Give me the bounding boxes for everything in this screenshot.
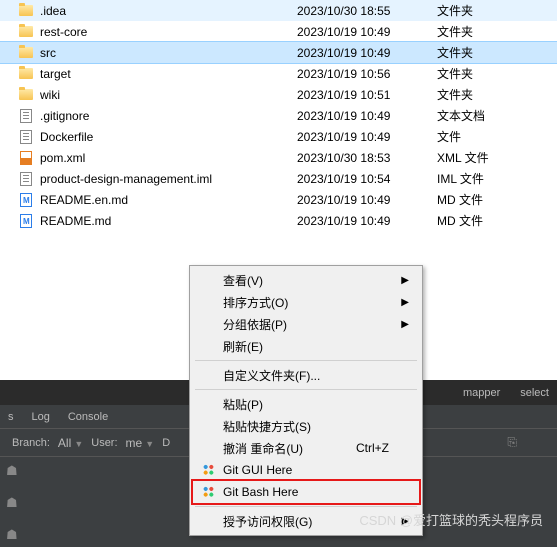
file-name: product-design-management.iml	[40, 172, 297, 186]
menu-sort[interactable]: 排序方式(O)▶	[193, 291, 419, 313]
file-name: rest-core	[40, 25, 297, 39]
file-type: 文件夹	[437, 44, 557, 61]
file-date: 2023/10/19 10:49	[297, 193, 437, 207]
file-type: 文件夹	[437, 65, 557, 82]
file-type: 文件夹	[437, 2, 557, 19]
label: select	[520, 387, 549, 399]
file-row[interactable]: README.en.md2023/10/19 10:49MD 文件	[0, 189, 557, 210]
menu-customize[interactable]: 自定义文件夹(F)...	[193, 364, 419, 386]
file-date: 2023/10/30 18:55	[297, 4, 437, 18]
separator	[195, 360, 417, 361]
context-menu: 查看(V)▶ 排序方式(O)▶ 分组依据(P)▶ 刷新(E) 自定义文件夹(F)…	[189, 265, 423, 536]
file-name: README.md	[40, 214, 297, 228]
file-row[interactable]: product-design-management.iml2023/10/19 …	[0, 168, 557, 189]
orange-icon	[18, 150, 34, 166]
file-row[interactable]: target2023/10/19 10:56文件夹	[0, 63, 557, 84]
menu-paste[interactable]: 粘贴(P)	[193, 393, 419, 415]
file-row[interactable]: rest-core2023/10/19 10:49文件夹	[0, 21, 557, 42]
file-date: 2023/10/30 18:53	[297, 151, 437, 165]
commit-icon[interactable]: ☗	[6, 495, 20, 509]
file-date: 2023/10/19 10:51	[297, 88, 437, 102]
file-row[interactable]: wiki2023/10/19 10:51文件夹	[0, 84, 557, 105]
file-type: 文件夹	[437, 23, 557, 40]
file-row[interactable]: .gitignore2023/10/19 10:49文本文档	[0, 105, 557, 126]
file-name: .idea	[40, 4, 297, 18]
menu-undo[interactable]: 撤消 重命名(U)Ctrl+Z	[193, 437, 419, 459]
file-name: pom.xml	[40, 151, 297, 165]
file-date: 2023/10/19 10:54	[297, 172, 437, 186]
file-date: 2023/10/19 10:49	[297, 46, 437, 60]
file-row[interactable]: README.md2023/10/19 10:49MD 文件	[0, 210, 557, 231]
menu-group[interactable]: 分组依据(P)▶	[193, 313, 419, 335]
commit-icon[interactable]: ☗	[6, 527, 20, 541]
menu-git-bash[interactable]: Git Bash Here	[193, 481, 419, 503]
file-row[interactable]: src2023/10/19 10:49文件夹	[0, 42, 557, 63]
md-icon	[18, 213, 34, 229]
menu-paste-shortcut[interactable]: 粘贴快捷方式(S)	[193, 415, 419, 437]
commit-icon[interactable]: ☗	[6, 463, 20, 477]
file-name: src	[40, 46, 297, 60]
date-label: D	[162, 437, 170, 449]
file-type: 文件	[437, 128, 557, 145]
file-date: 2023/10/19 10:56	[297, 67, 437, 81]
file-date: 2023/10/19 10:49	[297, 130, 437, 144]
doc-icon	[18, 171, 34, 187]
doc-icon	[18, 108, 34, 124]
file-type: 文本文档	[437, 107, 557, 124]
menu-view[interactable]: 查看(V)▶	[193, 269, 419, 291]
file-list: .idea2023/10/30 18:55文件夹rest-core2023/10…	[0, 0, 557, 231]
file-row[interactable]: Dockerfile2023/10/19 10:49文件	[0, 126, 557, 147]
file-row[interactable]: pom.xml2023/10/30 18:53XML 文件	[0, 147, 557, 168]
menu-access[interactable]: 授予访问权限(G)▶	[193, 510, 419, 532]
file-type: MD 文件	[437, 191, 557, 208]
menu-refresh[interactable]: 刷新(E)	[193, 335, 419, 357]
tab-log[interactable]: Log	[32, 411, 50, 423]
folder-icon	[18, 66, 34, 82]
file-date: 2023/10/19 10:49	[297, 109, 437, 123]
menu-git-gui[interactable]: Git GUI Here	[193, 459, 419, 481]
git-icon	[200, 462, 216, 478]
file-type: 文件夹	[437, 86, 557, 103]
vcs-icon[interactable]: ⎘	[507, 435, 517, 450]
file-date: 2023/10/19 10:49	[297, 214, 437, 228]
separator	[195, 389, 417, 390]
folder-icon	[18, 24, 34, 40]
file-name: README.en.md	[40, 193, 297, 207]
user-label: User:	[91, 437, 117, 449]
folder-icon	[18, 3, 34, 19]
branch-dropdown[interactable]: All ▼	[58, 436, 83, 450]
folder-icon	[18, 87, 34, 103]
separator	[195, 506, 417, 507]
tab[interactable]: s	[8, 411, 14, 423]
file-type: MD 文件	[437, 212, 557, 229]
git-icon	[200, 484, 216, 500]
file-type: XML 文件	[437, 149, 557, 166]
md-icon	[18, 192, 34, 208]
doc-icon	[18, 129, 34, 145]
file-name: .gitignore	[40, 109, 297, 123]
user-dropdown[interactable]: me ▼	[126, 436, 155, 450]
file-row[interactable]: .idea2023/10/30 18:55文件夹	[0, 0, 557, 21]
file-date: 2023/10/19 10:49	[297, 25, 437, 39]
folder-icon	[18, 45, 34, 61]
file-name: wiki	[40, 88, 297, 102]
file-name: target	[40, 67, 297, 81]
file-name: Dockerfile	[40, 130, 297, 144]
branch-label: Branch:	[12, 437, 50, 449]
tab-console[interactable]: Console	[68, 411, 108, 423]
file-type: IML 文件	[437, 170, 557, 187]
label: mapper	[463, 387, 500, 399]
